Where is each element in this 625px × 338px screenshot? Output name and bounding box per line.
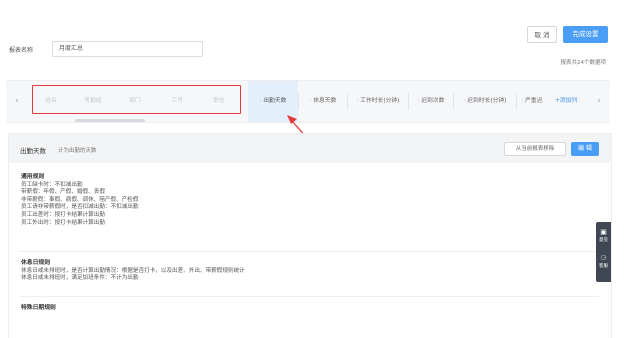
rule-line: 员工出差时：按打卡结果计算出勤 [21, 211, 105, 218]
field-description: 计为出勤的天数 [58, 147, 97, 154]
field-name: 出勤天数 [20, 147, 46, 155]
edit-button[interactable]: 编 辑 [571, 142, 599, 156]
rule-section-rest-day: 休息日规则 休息日或未排班时，是否计算出勤情况：根据是否打卡，以及出差、外出、带… [21, 260, 245, 283]
rule-line: 带薪假：年假、产假、婚假、丧假 [21, 189, 105, 196]
rule-line: 员工请非带薪假时，是否扣减出勤：不扣减出勤 [21, 204, 139, 211]
field-detail-panel: 出勤天数 计为出勤的天数 从当前报表移除 编 辑 通用规则 员工缺卡时：不扣减出… [8, 133, 612, 338]
help-icon: ⚆ [600, 254, 607, 262]
divider [19, 251, 599, 252]
side-tool-label: 意见 [599, 238, 608, 243]
side-toolbar: ▣ 意见 ⚆ 客服 [596, 222, 611, 282]
section-title: 特殊日期规则 [21, 305, 56, 311]
section-title: 休息日规则 [21, 260, 50, 266]
panel-header: 出勤天数 计为出勤的天数 从当前报表移除 编 辑 [9, 134, 611, 163]
rule-section-special-date: 特殊日期规则 [21, 305, 56, 313]
feedback-button[interactable]: ▣ 意见 [596, 228, 611, 243]
feedback-icon: ▣ [600, 228, 607, 236]
rule-line: 休息日或未排班时，满足加班条件：不计为出勤 [21, 275, 139, 282]
divider [19, 296, 599, 297]
customer-service-button[interactable]: ⚆ 客服 [596, 254, 611, 269]
rule-section-general: 通用规则 员工缺卡时：不扣减出勤 带薪假：年假、产假、婚假、丧假 非带薪假：事假… [21, 174, 138, 227]
rule-line: 员工外出时：按打卡结果计算出勤 [21, 219, 105, 226]
side-tool-label: 客服 [599, 264, 608, 269]
section-title: 通用规则 [21, 174, 45, 180]
remove-from-report-button[interactable]: 从当前报表移除 [504, 142, 566, 156]
